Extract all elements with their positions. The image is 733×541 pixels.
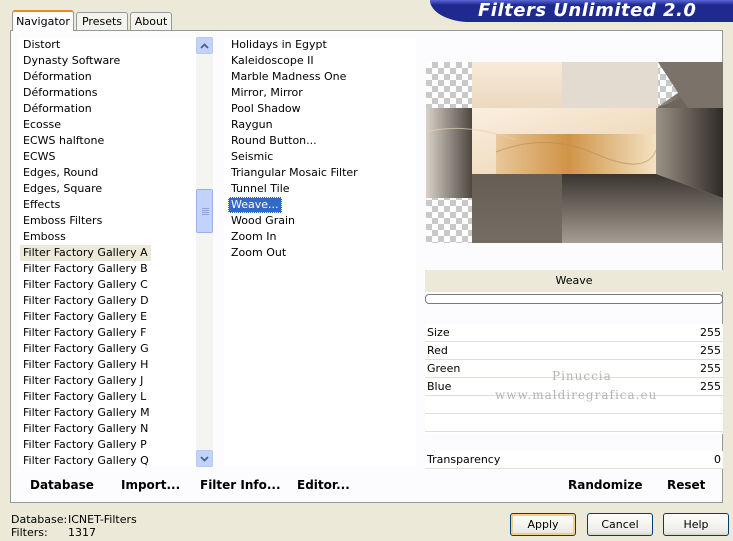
filter-item[interactable]: Pool Shadow — [228, 101, 304, 117]
filter-item[interactable]: Zoom Out — [228, 245, 289, 261]
reset-button[interactable]: Reset — [667, 475, 705, 495]
filter-preview — [426, 62, 723, 243]
parameter-row: Size 255 — [425, 324, 723, 342]
help-button[interactable]: Help — [663, 513, 729, 536]
randomize-button[interactable]: Randomize — [568, 475, 642, 495]
database-button[interactable]: Database — [30, 475, 94, 495]
filter-name-box: Weave — [425, 270, 723, 292]
scroll-thumb[interactable] — [196, 189, 213, 233]
category-item[interactable]: Filter Factory Gallery C — [20, 277, 151, 293]
category-item[interactable]: Filter Factory Gallery B — [20, 261, 151, 277]
filter-list[interactable]: Holidays in Egypt Kaleidoscope II Marble M… — [224, 37, 416, 467]
app-title: Filters Unlimited 2.0 — [478, 0, 697, 21]
parameter-label: Blue — [427, 380, 452, 393]
tab-presets[interactable]: Presets — [76, 12, 128, 30]
category-scrollbar[interactable] — [196, 37, 213, 467]
category-item[interactable]: Filter Factory Gallery P — [20, 437, 150, 453]
category-item[interactable]: Edges, Square — [20, 181, 105, 197]
category-item[interactable]: Filter Factory Gallery E — [20, 309, 150, 325]
category-item[interactable]: Emboss Filters — [20, 213, 105, 229]
title-banner: Filters Unlimited 2.0 — [430, 0, 733, 22]
filter-item[interactable]: Wood Grain — [228, 213, 298, 229]
filter-item[interactable]: Seismic — [228, 149, 276, 165]
filter-item[interactable]: Marble Madness One — [228, 69, 349, 85]
apply-button[interactable]: Apply — [510, 513, 576, 536]
parameter-value[interactable]: 255 — [700, 342, 721, 360]
filter-item[interactable]: Zoom In — [228, 229, 279, 245]
transparency-label: Transparency — [427, 453, 501, 466]
filter-item[interactable]: Tunnel Tile — [228, 181, 293, 197]
filter-item[interactable]: Triangular Mosaic Filter — [228, 165, 361, 181]
database-label: Database: — [11, 513, 68, 526]
category-item[interactable]: Filter Factory Gallery M — [20, 405, 153, 421]
filter-item[interactable]: Holidays in Egypt — [228, 37, 330, 53]
chevron-up-icon — [200, 42, 209, 49]
cancel-button[interactable]: Cancel — [587, 513, 653, 536]
scroll-up-button[interactable] — [196, 37, 213, 54]
parameter-label: Red — [427, 344, 448, 357]
category-item[interactable]: Déformation — [20, 69, 95, 85]
filter-item[interactable]: Kaleidoscope II — [228, 53, 317, 69]
watermark-url: www.maldiregrafica.eu — [495, 388, 658, 402]
parameter-label: Green — [427, 362, 461, 375]
parameter-value[interactable]: 255 — [700, 324, 721, 342]
category-item[interactable]: Filter Factory Gallery L — [20, 389, 149, 405]
preview-image — [426, 62, 723, 243]
filter-item[interactable]: Mirror, Mirror — [228, 85, 306, 101]
category-item[interactable]: Ecosse — [20, 117, 64, 133]
category-item[interactable]: Filter Factory Gallery D — [20, 293, 152, 309]
category-list[interactable]: Distort Dynasty Software Déformation Déform… — [18, 37, 196, 467]
progress-bar — [425, 294, 723, 304]
category-item[interactable]: Distort — [20, 37, 63, 53]
category-item[interactable]: ECWS halftone — [20, 133, 107, 149]
parameter-value[interactable]: 255 — [700, 360, 721, 378]
database-value: ICNET-Filters — [68, 513, 137, 526]
category-item[interactable]: Edges, Round — [20, 165, 101, 181]
category-item[interactable]: Filter Factory Gallery H — [20, 357, 151, 373]
parameter-row: Red 255 — [425, 342, 723, 360]
parameter-label: Size — [427, 326, 450, 339]
category-item[interactable]: ECWS — [20, 149, 59, 165]
transparency-value[interactable]: 0 — [714, 451, 721, 469]
filter-item[interactable]: Round Button... — [228, 133, 320, 149]
filter-info-button[interactable]: Filter Info... — [200, 475, 281, 495]
category-item[interactable]: Filter Factory Gallery A — [20, 245, 151, 261]
category-item[interactable]: Filter Factory Gallery J — [20, 373, 146, 389]
category-item[interactable]: Effects — [20, 197, 63, 213]
parameter-row — [425, 414, 723, 432]
filter-name: Weave — [555, 274, 593, 287]
category-item[interactable]: Filter Factory Gallery F — [20, 325, 149, 341]
category-item[interactable]: Déformation — [20, 101, 95, 117]
filter-item[interactable]: Raygun — [228, 117, 276, 133]
transparency-row: Transparency 0 — [425, 451, 723, 469]
filters-label: Filters: — [11, 526, 48, 539]
watermark-name: Pinuccia — [552, 369, 612, 383]
parameter-value[interactable]: 255 — [700, 378, 721, 396]
filters-count: 1317 — [68, 526, 96, 539]
tab-about[interactable]: About — [130, 12, 172, 30]
category-item[interactable]: Filter Factory Gallery N — [20, 421, 151, 437]
tab-navigator[interactable]: Navigator — [12, 10, 74, 31]
category-item[interactable]: Filter Factory Gallery G — [20, 341, 152, 357]
category-item[interactable]: Filter Factory Gallery Q — [20, 453, 152, 467]
import-button[interactable]: Import... — [121, 475, 180, 495]
category-item[interactable]: Emboss — [20, 229, 69, 245]
editor-button[interactable]: Editor... — [297, 475, 350, 495]
chevron-down-icon — [200, 455, 209, 462]
scroll-down-button[interactable] — [196, 450, 213, 467]
filter-item[interactable]: Weave... — [228, 197, 282, 213]
category-item[interactable]: Déformations — [20, 85, 100, 101]
category-item[interactable]: Dynasty Software — [20, 53, 123, 69]
